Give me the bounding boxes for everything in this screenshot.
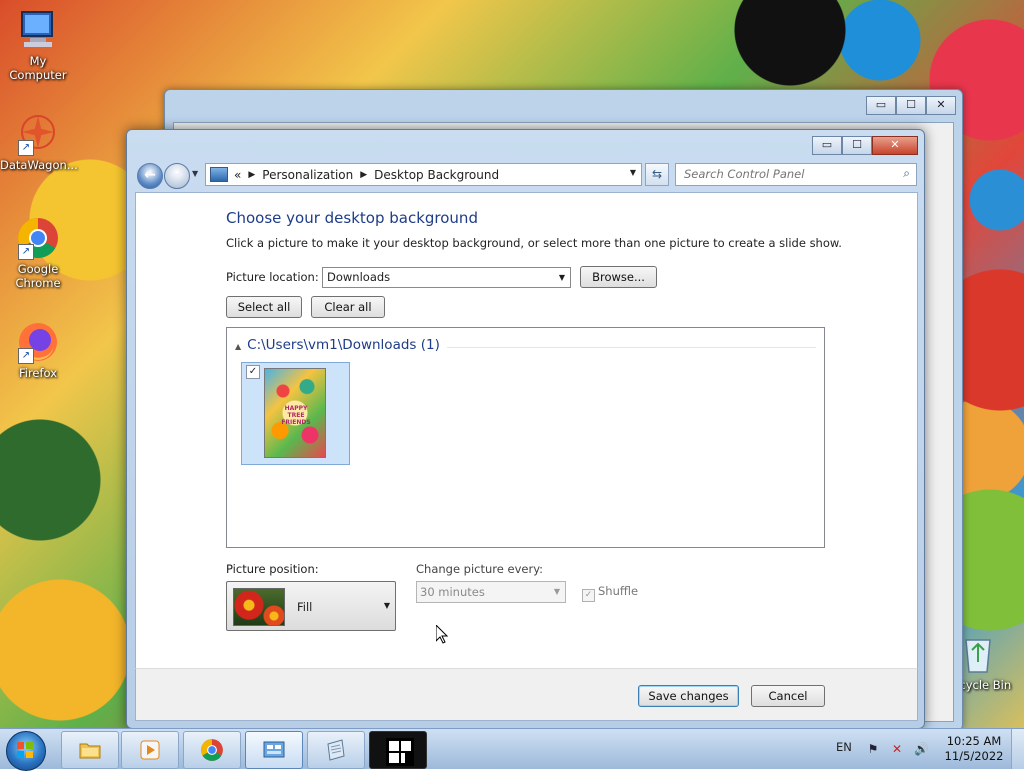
taskbar: EN ⚑ ✕ 🔊 10:25 AM 11/5/2022 (0, 728, 1024, 771)
background-window-caption-buttons: ▭ ☐ ✕ (866, 96, 956, 115)
shuffle-label: Shuffle (598, 584, 639, 598)
picture-thumbnail[interactable]: ✓ HAPPY TREE FRIENDS (241, 362, 350, 465)
fill-preview-image (233, 588, 285, 626)
desktop-icon-label: My Computer (9, 54, 67, 82)
address-dropdown-icon[interactable]: ▼ (630, 168, 636, 177)
change-picture-select[interactable]: 30 minutes ▼ (416, 581, 566, 603)
firefox-desktop-icon[interactable]: ↗ Firefox (0, 320, 76, 380)
back-arrow-icon[interactable]: ← (137, 163, 163, 189)
picture-position-value: Fill (297, 600, 313, 614)
cancel-button[interactable]: Cancel (751, 685, 825, 707)
clear-all-button[interactable]: Clear all (311, 296, 385, 318)
media-player-icon (138, 738, 162, 762)
taskbar-media-player[interactable] (121, 731, 179, 769)
minimize-button[interactable]: ▭ (866, 96, 896, 115)
desktop-icon-label: Firefox (18, 366, 58, 380)
select-all-button[interactable]: Select all (226, 296, 302, 318)
search-input[interactable] (676, 164, 884, 183)
clock-time: 10:25 AM (946, 734, 1002, 748)
show-desktop-button[interactable] (1011, 729, 1024, 769)
search-icon[interactable]: ⌕ (903, 166, 910, 181)
chevron-down-icon: ▼ (558, 273, 565, 282)
chrome-icon (200, 738, 224, 762)
shortcut-arrow-icon: ↗ (18, 140, 34, 156)
start-button[interactable] (6, 731, 46, 771)
image-caption: HAPPY TREE FRIENDS (281, 405, 311, 426)
folder-icon (78, 738, 102, 762)
picture-position-label: Picture position: (226, 562, 319, 576)
collapse-triangle-icon[interactable]: ▲ (235, 342, 241, 351)
taskbar-windows-explorer[interactable] (61, 731, 119, 769)
maximize-button[interactable]: ☐ (896, 96, 926, 115)
shuffle-checkbox[interactable]: ✓ (582, 589, 595, 602)
page-description: Click a picture to make it your desktop … (226, 236, 842, 250)
control-panel-icon (262, 738, 286, 762)
firefox-icon: ↗ (16, 320, 60, 364)
taskbar-control-panel[interactable] (245, 731, 303, 769)
action-center-icon[interactable]: ⚑ (866, 742, 880, 756)
thumbnail-checkbox[interactable]: ✓ (246, 365, 260, 379)
google-chrome-desktop-icon[interactable]: ↗ Google Chrome (0, 216, 76, 290)
volume-icon[interactable]: 🔊 (914, 742, 929, 756)
navigation-bar: ← → ▼ « ▶ Personalization ▶ Desktop Back… (135, 161, 917, 189)
group-header-label: C:\Users\vm1\Downloads (1) (247, 337, 440, 353)
page-title: Choose your desktop background (226, 209, 478, 227)
taskbar-google-chrome[interactable] (183, 731, 241, 769)
datawagon-desktop-icon[interactable]: ↗ DataWagon... (0, 112, 78, 172)
chrome-icon: ↗ (16, 216, 60, 260)
change-picture-value: 30 minutes (420, 585, 485, 599)
chevron-down-icon: ▼ (383, 601, 390, 610)
change-picture-label: Change picture every: (416, 562, 544, 576)
happy-tree-friends-image: HAPPY TREE FRIENDS (264, 368, 326, 458)
picture-location-value: Downloads (327, 270, 391, 284)
control-panel-icon (210, 167, 228, 182)
breadcrumb-personalization[interactable]: Personalization (262, 168, 353, 182)
shuffle-option[interactable]: ✓ Shuffle (582, 584, 638, 602)
shortcut-arrow-icon: ↗ (18, 348, 34, 364)
desktop-background-window: ▭ ☐ ✕ ← → ▼ « ▶ Personalization ▶ Deskto… (126, 129, 925, 729)
computer-icon (16, 8, 60, 52)
close-button[interactable]: ✕ (872, 136, 918, 155)
forward-arrow-icon[interactable]: → (164, 163, 190, 189)
gallery-group-header[interactable]: ▲ C:\Users\vm1\Downloads (1) (235, 337, 440, 353)
minimize-button[interactable]: ▭ (812, 136, 842, 155)
picture-location-select[interactable]: Downloads ▼ (322, 267, 571, 288)
language-indicator[interactable]: EN (836, 740, 852, 754)
content-pane: Choose your desktop background Click a p… (135, 192, 918, 670)
desktop-icon-label: Google Chrome (15, 262, 61, 290)
group-divider (447, 347, 816, 348)
chevron-down-icon: ▼ (553, 587, 560, 596)
notepad-icon (324, 738, 348, 762)
shortcut-arrow-icon: ↗ (18, 244, 34, 260)
breadcrumb-separator-icon[interactable]: ▶ (248, 170, 255, 180)
address-bar[interactable]: « ▶ Personalization ▶ Desktop Background… (205, 163, 642, 186)
picture-position-select[interactable]: Fill ▼ (226, 581, 396, 631)
browse-button[interactable]: Browse... (580, 266, 657, 288)
picture-location-label: Picture location: (226, 270, 319, 284)
refresh-icon[interactable]: ⇆ (645, 163, 669, 186)
clock-date: 11/5/2022 (944, 749, 1004, 763)
network-icon[interactable]: ✕ (890, 742, 904, 756)
desktop: My Computer ↗ DataWagon... ↗ Google Chro… (0, 0, 1024, 768)
breadcrumb-overflow[interactable]: « (234, 168, 241, 182)
recent-pages-dropdown-icon[interactable]: ▼ (192, 169, 198, 178)
taskbar-omdi-app[interactable] (369, 731, 427, 769)
desktop-icon-label: DataWagon... (0, 158, 78, 172)
picture-gallery[interactable]: ▲ C:\Users\vm1\Downloads (1) ✓ HAPPY TREE… (226, 327, 825, 548)
datawagon-icon: ↗ (16, 112, 60, 156)
breadcrumb-separator-icon[interactable]: ▶ (360, 170, 367, 180)
caption-buttons: ▭ ☐ ✕ (812, 136, 918, 155)
search-box[interactable]: ⌕ (675, 163, 917, 186)
my-computer-desktop-icon[interactable]: My Computer (0, 8, 76, 82)
close-button[interactable]: ✕ (926, 96, 956, 115)
system-clock[interactable]: 10:25 AM 11/5/2022 (944, 734, 1004, 764)
button-bar: Save changes Cancel (135, 668, 918, 721)
breadcrumb-desktop-background[interactable]: Desktop Background (374, 168, 499, 182)
save-changes-button[interactable]: Save changes (638, 685, 739, 707)
taskbar-notepad[interactable] (307, 731, 365, 769)
omdi-app-icon (386, 738, 414, 766)
maximize-button[interactable]: ☐ (842, 136, 872, 155)
